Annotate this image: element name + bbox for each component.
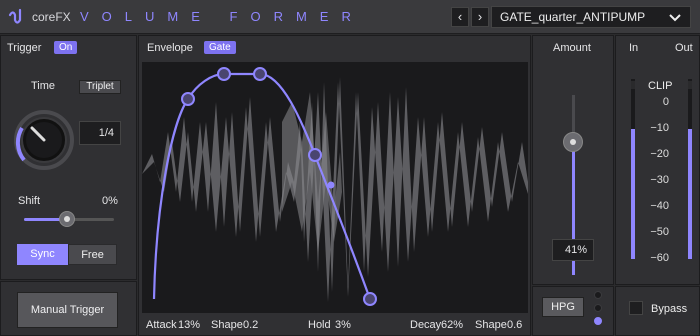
- brand-name: coreFX: [32, 10, 71, 24]
- db-tick-20: −20: [650, 148, 669, 160]
- decay-shape-value[interactable]: 0.6: [507, 319, 522, 331]
- db-tick-60: −60: [650, 252, 669, 264]
- db-tick-10: −10: [650, 122, 669, 134]
- attack-shape-label: Shape: [211, 319, 243, 331]
- amount-thumb-dot: [570, 139, 576, 145]
- amount-value-display[interactable]: 41%: [552, 239, 594, 261]
- chevron-down-icon: [669, 14, 681, 22]
- trigger-title: Trigger: [7, 42, 42, 54]
- attack-shape-value[interactable]: 0.2: [243, 319, 258, 331]
- hold-node: [253, 67, 267, 81]
- envelope-title: Envelope: [147, 42, 193, 54]
- db-tick-30: −30: [650, 174, 669, 186]
- shift-label: Shift: [18, 195, 41, 207]
- chevron-left-icon: ‹: [457, 9, 463, 24]
- input-clip-led: [631, 81, 635, 89]
- input-meter-level: [631, 129, 635, 259]
- envelope-editor[interactable]: [142, 62, 528, 313]
- hpg-button[interactable]: HPG: [542, 297, 584, 317]
- db-tick-50: −50: [650, 226, 669, 238]
- corefx-logo-icon: [8, 8, 22, 24]
- hpg-led-1: [594, 291, 602, 299]
- decay-value[interactable]: 62%: [441, 319, 463, 331]
- shift-thumb-dot: [64, 216, 70, 222]
- amount-title: Amount: [553, 42, 591, 54]
- previous-preset-button[interactable]: ‹: [451, 7, 469, 27]
- shift-value: 0%: [102, 195, 118, 207]
- envelope-mode-toggle[interactable]: Gate: [204, 41, 236, 54]
- decay-node: [308, 148, 322, 162]
- decay-label: Decay: [410, 319, 442, 331]
- db-tick-0: 0: [662, 96, 669, 108]
- attack-value[interactable]: 13%: [178, 319, 200, 331]
- time-knob[interactable]: [12, 108, 76, 172]
- bypass-label: Bypass: [651, 303, 688, 315]
- next-preset-button[interactable]: ›: [471, 7, 489, 27]
- chevron-right-icon: ›: [477, 9, 483, 24]
- decay-shape-label: Shape: [475, 319, 507, 331]
- db-tick-40: −40: [650, 200, 669, 212]
- bypass-checkbox[interactable]: [629, 301, 643, 315]
- attack-label: Attack: [146, 319, 177, 331]
- output-clip-led: [688, 81, 692, 89]
- trigger-toggle[interactable]: On: [54, 41, 78, 54]
- sync-button[interactable]: Sync: [17, 244, 68, 265]
- clip-indicator[interactable]: CLIP: [648, 80, 672, 92]
- output-meter-label: Out: [675, 42, 693, 54]
- release-node: [363, 292, 377, 306]
- free-button[interactable]: Free: [68, 244, 117, 265]
- hpg-led-3: [594, 317, 602, 325]
- preset-name: GATE_quarter_ANTIPUMP: [500, 10, 646, 24]
- product-title: VOLUME FORMER: [80, 9, 364, 24]
- time-value-display[interactable]: 1/4: [79, 121, 121, 145]
- input-meter-label: In: [629, 42, 639, 54]
- preset-dropdown[interactable]: GATE_quarter_ANTIPUMP: [491, 6, 691, 28]
- hpg-led-2: [594, 304, 602, 312]
- time-label: Time: [31, 80, 56, 92]
- hold-label: Hold: [308, 319, 331, 331]
- attack-node: [181, 92, 195, 106]
- hold-value[interactable]: 3%: [335, 319, 351, 331]
- decay-shape-node: [327, 181, 335, 189]
- manual-trigger-button[interactable]: Manual Trigger: [17, 292, 118, 328]
- attack-peak-node: [217, 67, 231, 81]
- triplet-button[interactable]: Triplet: [79, 80, 121, 94]
- output-meter-level: [688, 129, 692, 259]
